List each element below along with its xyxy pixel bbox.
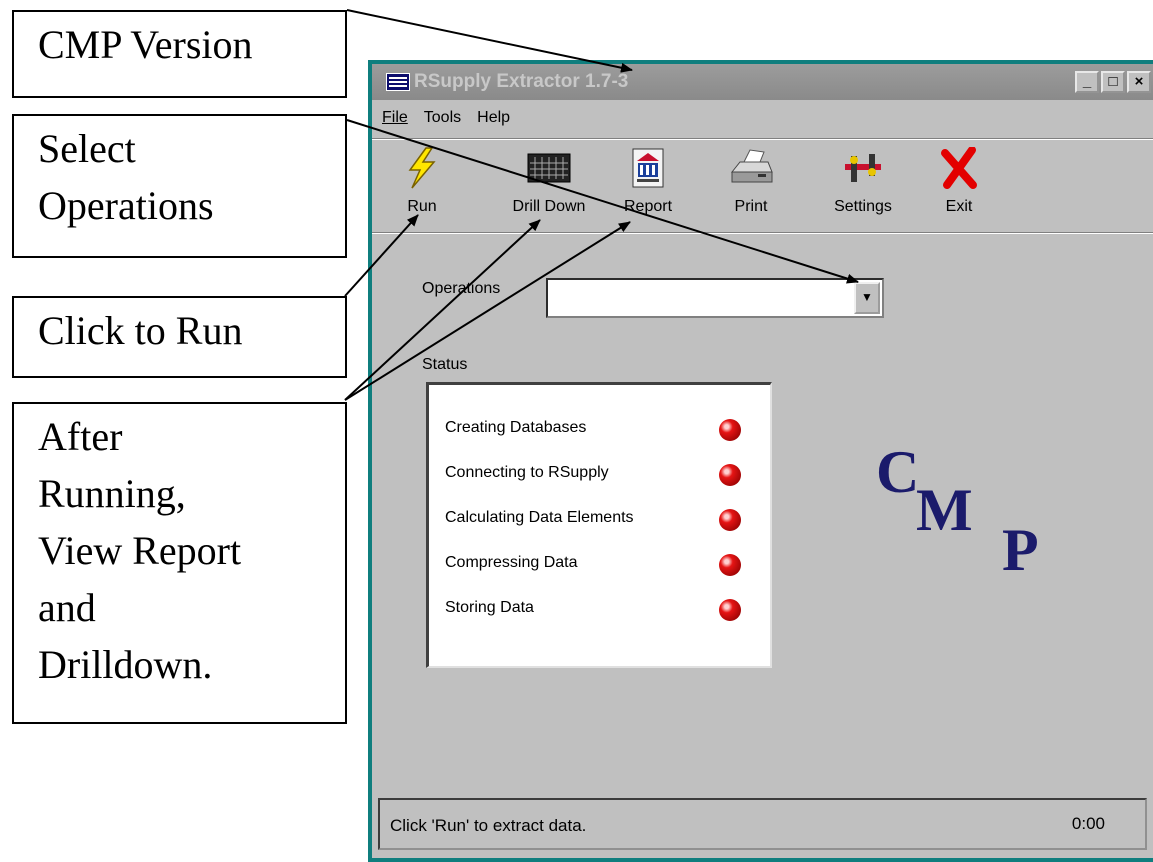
printer-icon: [716, 144, 786, 192]
settings-icon: [818, 144, 908, 192]
callout-text: Select: [38, 126, 136, 171]
callout-text: and: [38, 585, 96, 630]
window-controls: _ □ ×: [1075, 71, 1151, 93]
toolbar: Run Drill Down Report Print Settings Exi…: [372, 140, 1153, 232]
menu-file[interactable]: File: [382, 109, 408, 127]
menu-label: Tools: [423, 109, 462, 126]
print-button[interactable]: Print: [716, 144, 786, 216]
callout-text: View Report: [38, 528, 242, 573]
print-label: Print: [734, 198, 768, 215]
callout-text: Drilldown.: [38, 642, 213, 687]
menu-help[interactable]: Help: [477, 109, 510, 127]
report-button[interactable]: Report: [612, 144, 684, 216]
drill-down-button[interactable]: Drill Down: [500, 144, 598, 216]
menu-label: Help: [477, 109, 511, 126]
status-item-storing: Storing Data: [445, 599, 534, 616]
callout-text: After: [38, 414, 123, 459]
operations-dropdown[interactable]: ▼: [546, 278, 884, 318]
status-label: Status: [422, 356, 468, 373]
run-button[interactable]: Run: [390, 144, 454, 216]
status-item-calculating: Calculating Data Elements: [445, 509, 634, 526]
chevron-down-icon: ▼: [861, 290, 873, 304]
window-body: RSupply Extractor 1.7-3 _ □ × File Tools…: [372, 64, 1153, 858]
exit-label: Exit: [945, 198, 973, 215]
callout-text: CMP Version: [38, 22, 253, 67]
maximize-button[interactable]: □: [1101, 71, 1125, 93]
callout-after-running: After Running, View Report and Drilldown…: [12, 402, 347, 724]
callout-select-operations: Select Operations: [12, 114, 347, 258]
status-item-compressing: Compressing Data: [445, 554, 578, 571]
report-label: Report: [623, 198, 673, 215]
status-message: Click 'Run' to extract data.: [390, 816, 587, 835]
logo-letter-c: C: [876, 439, 920, 505]
app-window: RSupply Extractor 1.7-3 _ □ × File Tools…: [368, 60, 1153, 862]
menu-bar: File Tools Help: [372, 100, 1153, 136]
elapsed-time: 0:00: [1071, 814, 1105, 833]
status-item-creating-databases: Creating Databases: [445, 419, 587, 436]
status-led-icon: [719, 419, 741, 441]
window-title: RSupply Extractor 1.7-3: [414, 71, 629, 92]
status-led-icon: [719, 464, 741, 486]
status-bar: Click 'Run' to extract data. 0:00: [378, 798, 1147, 850]
status-led-icon: [719, 554, 741, 576]
settings-button[interactable]: Settings: [818, 144, 908, 216]
toolbar-separator: [372, 232, 1153, 234]
exit-button[interactable]: Exit: [932, 144, 986, 216]
callout-text: Click to Run: [38, 308, 243, 353]
logo-letter-p: P: [1002, 517, 1039, 583]
app-icon[interactable]: [386, 73, 410, 91]
menu-label: File: [382, 109, 408, 126]
lightning-icon: [390, 144, 454, 192]
status-led-icon: [719, 599, 741, 621]
status-led-icon: [719, 509, 741, 531]
minimize-button[interactable]: _: [1075, 71, 1099, 93]
title-bar[interactable]: RSupply Extractor 1.7-3 _ □ ×: [372, 64, 1153, 100]
exit-x-icon: [932, 144, 986, 192]
menu-tools[interactable]: Tools: [424, 109, 461, 127]
close-button[interactable]: ×: [1127, 71, 1151, 93]
status-panel: Creating Databases Connecting to RSupply…: [426, 382, 772, 668]
grid-icon: [500, 144, 598, 192]
settings-label: Settings: [834, 198, 892, 215]
dropdown-arrow-button[interactable]: ▼: [854, 282, 880, 314]
drill-down-label: Drill Down: [512, 198, 586, 215]
callout-text: Running,: [38, 471, 186, 516]
callout-text: Operations: [38, 183, 214, 228]
operations-label: Operations: [422, 280, 501, 297]
callout-click-to-run: Click to Run: [12, 296, 347, 378]
logo-letter-m: M: [916, 477, 973, 543]
report-icon: [612, 144, 684, 192]
run-label: Run: [407, 198, 437, 215]
status-item-connecting: Connecting to RSupply: [445, 464, 609, 481]
callout-cmp-version: CMP Version: [12, 10, 347, 98]
